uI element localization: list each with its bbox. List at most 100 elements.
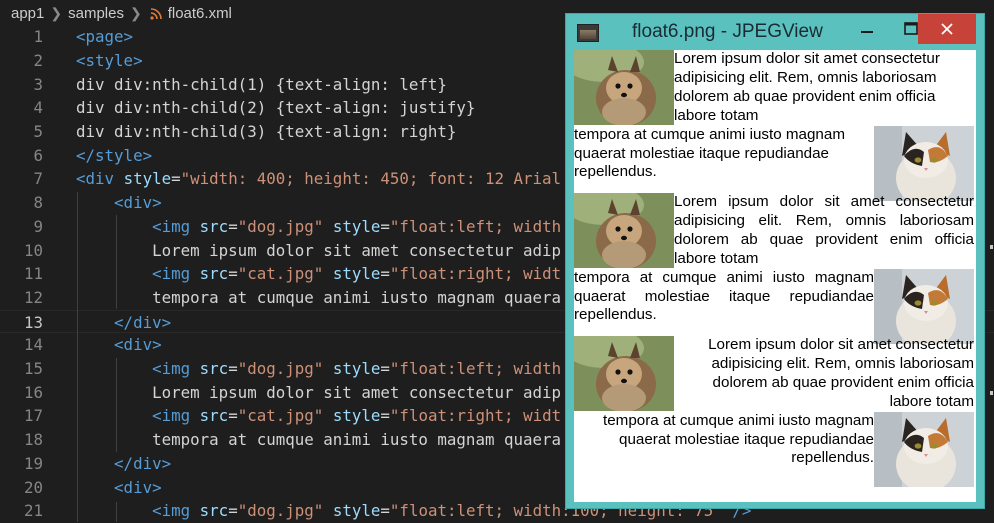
- code-token-attr: src: [199, 216, 229, 236]
- chevron-right-icon: ❯: [50, 4, 63, 21]
- code-token-str: "float:left; width: [389, 359, 562, 378]
- cat-photo-icon: [874, 125, 974, 201]
- code-text: <img src="dog.jpg" style="float:left; wi…: [76, 215, 561, 239]
- code-token-txt: div div:nth-child(1) {text-align: left}: [76, 74, 447, 94]
- code-token-attr: src: [199, 264, 229, 284]
- code-token-txt: =: [228, 359, 238, 378]
- code-text: <img src="cat.jpg" style="float:right; w…: [76, 262, 561, 286]
- code-token-str: "cat.jpg": [237, 406, 324, 426]
- code-token-tag: <img: [152, 264, 200, 284]
- code-token-tag: <img: [152, 359, 200, 378]
- code-text: <div>: [76, 191, 162, 215]
- code-token-str: "dog.jpg": [237, 216, 324, 236]
- dog-photo-icon: [574, 193, 674, 268]
- indent-guide: [116, 215, 117, 309]
- scrollbar-marker: [990, 245, 993, 249]
- code-text: <page>: [76, 25, 133, 49]
- code-token-tag: </style>: [76, 145, 153, 165]
- code-text: <img src="cat.jpg" style="float:right; w…: [76, 404, 561, 428]
- line-number: 20: [23, 477, 43, 497]
- code-token-txt: tempora at cumque animi iusto magnam qua…: [76, 430, 562, 450]
- line-number: 19: [23, 453, 43, 473]
- code-text: <div>: [76, 333, 162, 357]
- code-token-attr: style: [332, 264, 381, 284]
- code-text: <img src="dog.jpg" style="float:left; wi…: [76, 357, 561, 381]
- line-number: 8: [33, 193, 43, 213]
- code-token-txt: div div:nth-child(3) {text-align: right}: [76, 122, 457, 141]
- dog-photo-icon: [574, 336, 674, 411]
- code-token-str: "width: 400; height: 450; font: 12 Arial: [180, 169, 562, 189]
- close-button[interactable]: [918, 14, 976, 44]
- line-number: 2: [33, 50, 43, 70]
- code-token-txt: =: [228, 216, 238, 236]
- code-text: <div style="width: 400; height: 450; fon…: [76, 167, 561, 191]
- code-token-tag: <div>: [114, 477, 162, 497]
- code-token-txt: =: [171, 169, 181, 189]
- viewer-title: float6.png - JPEGView: [632, 21, 823, 42]
- code-token-txt: div div:nth-child(2) {text-align: justif…: [76, 98, 476, 118]
- code-text: div div:nth-child(3) {text-align: right}: [76, 120, 456, 144]
- close-icon: [941, 23, 953, 35]
- code-token-tag: </div>: [114, 453, 172, 473]
- code-token-txt: Lorem ipsum dolor sit amet consectetur a…: [76, 240, 562, 260]
- jpegview-app-icon: [577, 24, 599, 42]
- code-token-tag: <page>: [76, 27, 134, 47]
- breadcrumb-item-samples[interactable]: samples: [68, 5, 124, 22]
- code-token-attr: style: [332, 216, 381, 236]
- code-token-str: "dog.jpg": [237, 359, 324, 378]
- code-token-txt: =: [380, 501, 390, 521]
- line-number: 21: [23, 501, 43, 521]
- code-token-tag: <img: [152, 501, 200, 521]
- code-token-str: "cat.jpg": [237, 264, 324, 284]
- dog-photo-icon: [574, 50, 674, 125]
- code-text: <style>: [76, 49, 143, 73]
- line-number: 10: [23, 240, 43, 260]
- rendered-image: Lorem ipsum dolor sit amet consectetur a…: [574, 50, 976, 502]
- viewer-titlebar[interactable]: float6.png - JPEGView: [566, 14, 984, 50]
- line-number: 6: [33, 145, 43, 165]
- code-text: </style>: [76, 144, 152, 168]
- code-text: div div:nth-child(1) {text-align: left}: [76, 73, 447, 97]
- line-number: 12: [23, 287, 43, 307]
- minimize-button[interactable]: [845, 14, 889, 44]
- code-text: div div:nth-child(2) {text-align: justif…: [76, 96, 475, 120]
- code-token-tag: <div>: [114, 193, 162, 213]
- code-token-attr: style: [332, 501, 381, 521]
- code-token-attr: style: [332, 406, 381, 426]
- chevron-right-icon: ❯: [129, 4, 142, 21]
- code-token-txt: =: [380, 406, 390, 426]
- code-token-txt: =: [228, 501, 238, 521]
- code-token-attr: src: [199, 501, 229, 521]
- line-number: 4: [33, 98, 43, 118]
- code-token-attr: style: [332, 359, 381, 378]
- line-number: 13: [23, 312, 43, 332]
- cat-photo-icon: [874, 411, 974, 487]
- code-token-attr: src: [199, 359, 229, 378]
- cat-photo-icon: [874, 268, 974, 344]
- code-token-txt: =: [380, 359, 390, 378]
- breadcrumb-item-app1[interactable]: app1: [11, 5, 44, 22]
- indent-guide: [77, 192, 78, 522]
- code-token-tag: <div: [76, 169, 124, 189]
- code-token-tag: <style>: [76, 50, 143, 70]
- line-number: 14: [23, 335, 43, 355]
- code-token-txt: tempora at cumque animi iusto magnam qua…: [76, 287, 562, 307]
- line-number: 16: [23, 382, 43, 402]
- code-text: </div>: [76, 311, 171, 335]
- code-text: Lorem ipsum dolor sit amet consectetur a…: [76, 381, 561, 405]
- line-number: 5: [33, 122, 43, 141]
- indent-guide: [116, 502, 117, 522]
- line-number: 7: [33, 169, 43, 189]
- code-token-txt: Lorem ipsum dolor sit amet consectetur a…: [76, 382, 562, 402]
- code-token-attr: src: [199, 406, 229, 426]
- breadcrumb-item-file[interactable]: float6.xml: [168, 5, 232, 22]
- scrollbar-marker: [990, 391, 993, 395]
